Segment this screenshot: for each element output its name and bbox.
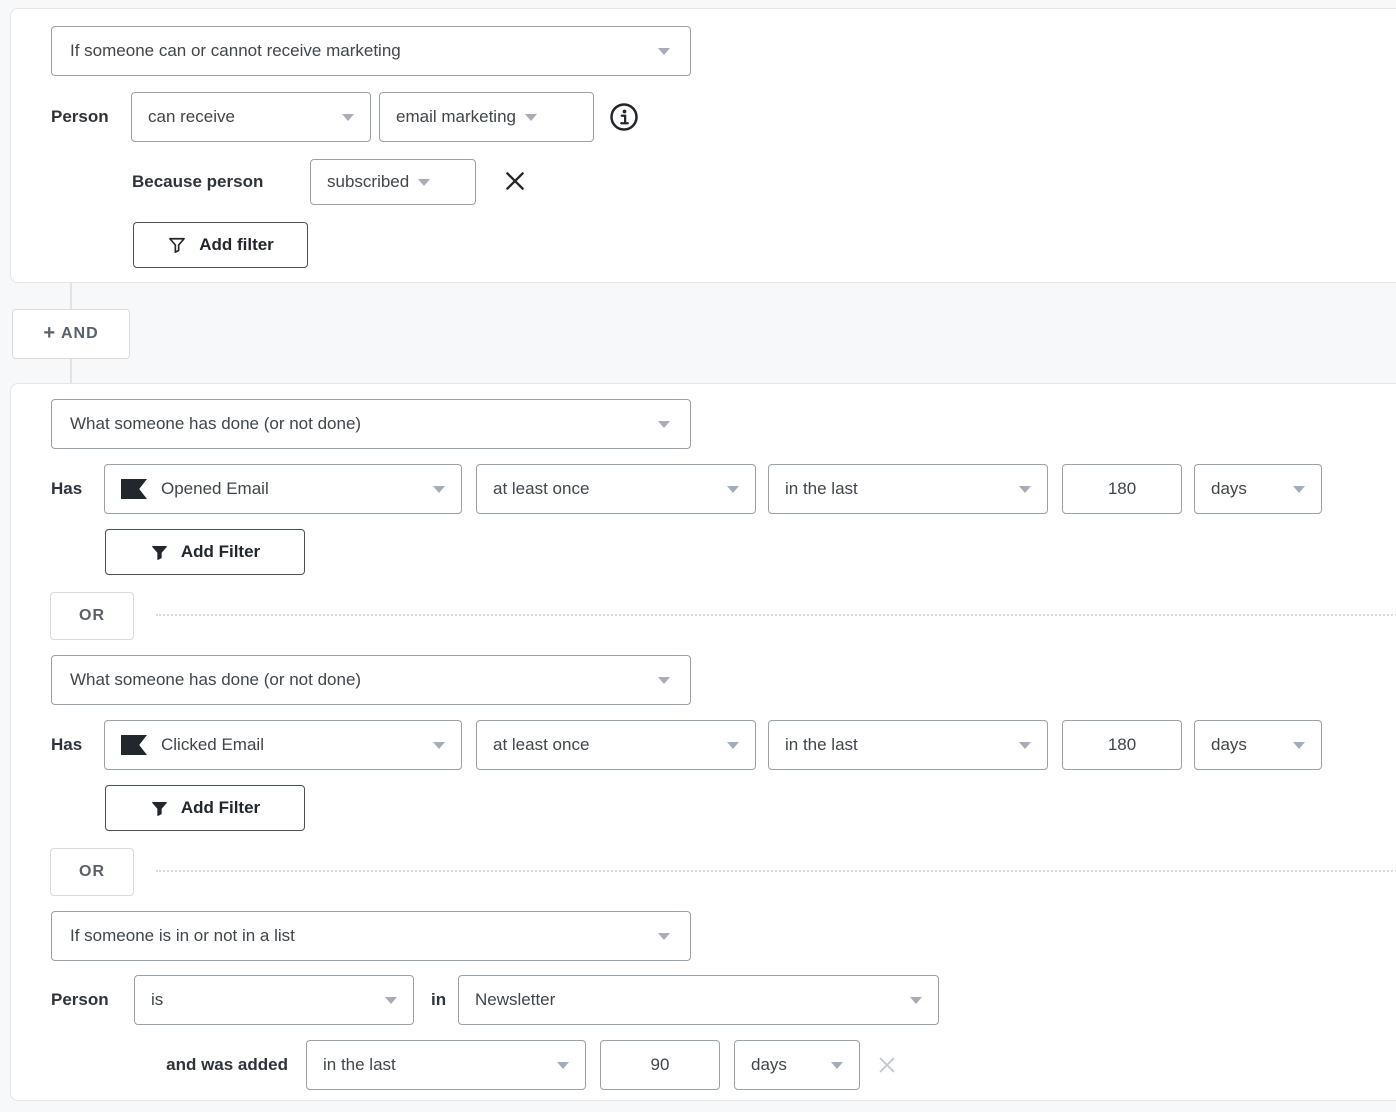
was-added-label: and was added	[134, 1040, 288, 1090]
add-filter-label: Add filter	[199, 235, 274, 255]
person-label: Person	[51, 975, 109, 1025]
metric-select[interactable]: Opened Email	[104, 464, 462, 514]
condition-type-value: What someone has done (or not done)	[70, 414, 361, 434]
added-unit-value: days	[751, 1055, 787, 1075]
or-divider-line	[156, 870, 1396, 872]
list-value: Newsletter	[475, 990, 555, 1010]
or-label: OR	[79, 863, 105, 881]
chevron-down-icon	[418, 179, 430, 186]
timeframe-value: in the last	[785, 735, 858, 755]
chevron-down-icon	[557, 1062, 569, 1069]
metric-value: Opened Email	[161, 479, 269, 499]
activity-condition-card: What someone has done (or not done) Has …	[10, 383, 1396, 1101]
chevron-down-icon	[658, 48, 670, 55]
add-filter-label: Add Filter	[181, 542, 260, 562]
chevron-down-icon	[525, 114, 537, 121]
condition-type-select[interactable]: What someone has done (or not done)	[51, 655, 691, 705]
chevron-down-icon	[727, 742, 739, 749]
condition-type-value: What someone has done (or not done)	[70, 670, 361, 690]
added-timeframe-select[interactable]: in the last	[306, 1040, 586, 1090]
marketing-condition-card: If someone can or cannot receive marketi…	[10, 8, 1396, 283]
list-operator-value: is	[151, 990, 163, 1010]
frequency-value: at least once	[493, 735, 589, 755]
chevron-down-icon	[831, 1062, 843, 1069]
added-timeframe-value: in the last	[323, 1055, 396, 1075]
consent-select[interactable]: can receive	[131, 92, 371, 142]
chevron-down-icon	[910, 997, 922, 1004]
added-amount-input[interactable]	[600, 1040, 720, 1090]
add-filter-button[interactable]: Add filter	[133, 222, 308, 268]
consent-value: can receive	[148, 107, 235, 127]
condition-type-value: If someone can or cannot receive marketi…	[70, 41, 401, 61]
chevron-down-icon	[342, 114, 354, 121]
channel-select[interactable]: email marketing	[379, 92, 594, 142]
condition-type-select[interactable]: If someone can or cannot receive marketi…	[51, 26, 691, 76]
unit-value: days	[1211, 479, 1247, 499]
amount-input[interactable]	[1062, 720, 1182, 770]
condition-type-select[interactable]: If someone is in or not in a list	[51, 911, 691, 961]
or-button[interactable]: OR	[50, 592, 134, 640]
frequency-select[interactable]: at least once	[476, 464, 756, 514]
in-label: in	[431, 975, 446, 1025]
timeframe-value: in the last	[785, 479, 858, 499]
metric-content: Opened Email	[121, 479, 269, 499]
info-icon[interactable]	[609, 102, 639, 132]
frequency-value: at least once	[493, 479, 589, 499]
funnel-filled-icon	[150, 543, 169, 562]
and-label: AND	[61, 325, 99, 343]
chevron-down-icon	[433, 742, 445, 749]
has-label: Has	[51, 720, 82, 770]
timeframe-select[interactable]: in the last	[768, 464, 1048, 514]
person-label: Person	[51, 92, 109, 142]
chevron-down-icon	[1019, 742, 1031, 749]
metric-content: Clicked Email	[121, 735, 264, 755]
chevron-down-icon	[1293, 742, 1305, 749]
funnel-filled-icon	[150, 799, 169, 818]
channel-value: email marketing	[396, 107, 516, 127]
unit-value: days	[1211, 735, 1247, 755]
chevron-down-icon	[658, 677, 670, 684]
chevron-down-icon	[727, 486, 739, 493]
reason-value: subscribed	[327, 172, 409, 192]
or-button[interactable]: OR	[50, 848, 134, 896]
funnel-outline-icon	[167, 235, 187, 255]
condition-type-select[interactable]: What someone has done (or not done)	[51, 399, 691, 449]
chevron-down-icon	[658, 421, 670, 428]
metric-flag-icon	[121, 735, 147, 755]
close-icon[interactable]	[501, 167, 529, 195]
chevron-down-icon	[433, 486, 445, 493]
or-label: OR	[79, 607, 105, 625]
because-person-label: Because person	[132, 159, 263, 205]
chevron-down-icon	[1019, 486, 1031, 493]
add-filter-button[interactable]: Add Filter	[105, 529, 305, 575]
add-filter-label: Add Filter	[181, 798, 260, 818]
condition-type-value: If someone is in or not in a list	[70, 926, 295, 946]
list-select[interactable]: Newsletter	[458, 975, 939, 1025]
remove-condition-icon[interactable]	[874, 1052, 900, 1078]
list-operator-select[interactable]: is	[134, 975, 414, 1025]
metric-value: Clicked Email	[161, 735, 264, 755]
unit-select[interactable]: days	[1194, 464, 1322, 514]
timeframe-select[interactable]: in the last	[768, 720, 1048, 770]
segment-builder: If someone can or cannot receive marketi…	[0, 0, 1396, 1112]
unit-select[interactable]: days	[1194, 720, 1322, 770]
chevron-down-icon	[1293, 486, 1305, 493]
metric-flag-icon	[121, 479, 147, 499]
add-filter-button[interactable]: Add Filter	[105, 785, 305, 831]
or-divider-line	[156, 614, 1396, 616]
chevron-down-icon	[385, 997, 397, 1004]
has-label: Has	[51, 464, 82, 514]
metric-select[interactable]: Clicked Email	[104, 720, 462, 770]
amount-input[interactable]	[1062, 464, 1182, 514]
frequency-select[interactable]: at least once	[476, 720, 756, 770]
chevron-down-icon	[658, 933, 670, 940]
and-button[interactable]: + AND	[12, 309, 130, 359]
reason-select[interactable]: subscribed	[310, 159, 476, 205]
plus-icon: +	[43, 322, 55, 345]
added-unit-select[interactable]: days	[734, 1040, 860, 1090]
